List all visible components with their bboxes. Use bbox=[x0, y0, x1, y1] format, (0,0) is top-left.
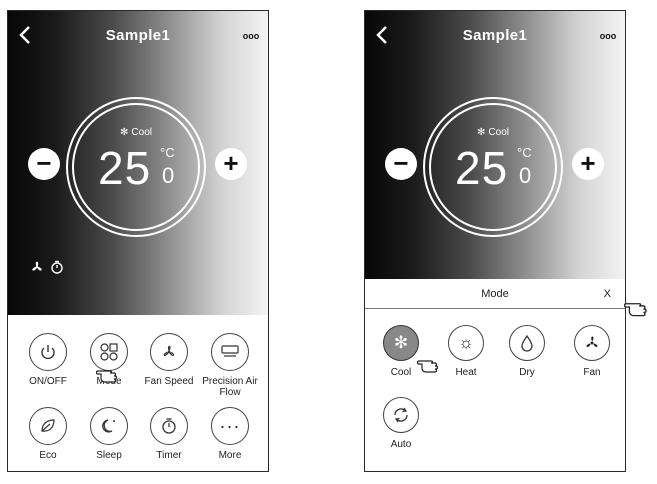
timer-status-icon bbox=[50, 260, 64, 277]
temperature-dial: ✻ Cool 25 °C 0 bbox=[423, 97, 563, 237]
snowflake-icon: ✻ bbox=[477, 127, 486, 138]
temperature-unit: °C bbox=[160, 145, 175, 160]
decrease-temp-button[interactable]: − bbox=[385, 148, 417, 180]
temperature-decimal: 0 bbox=[519, 163, 532, 188]
fan-icon bbox=[574, 325, 610, 361]
chevron-left-icon bbox=[376, 26, 387, 44]
fan-speed-button[interactable]: Fan Speed bbox=[137, 333, 201, 387]
mode-option-auto[interactable]: Auto bbox=[373, 397, 429, 450]
more-options-icon[interactable]: ooo bbox=[597, 29, 619, 43]
snowflake-icon: ✻ bbox=[383, 325, 419, 361]
mode-selection-panel: Mode X ✻ Cool ☼ Heat Dry Fan Auto bbox=[365, 279, 625, 471]
current-mode: ✻ Cool bbox=[120, 127, 152, 138]
timer-button[interactable]: Timer bbox=[137, 407, 201, 461]
increase-temp-button[interactable]: + bbox=[215, 148, 247, 180]
eco-button[interactable]: Eco bbox=[16, 407, 80, 461]
more-options-icon[interactable]: ooo bbox=[240, 29, 262, 43]
onoff-button[interactable]: ON/OFF bbox=[16, 333, 80, 387]
sun-icon: ☼ bbox=[448, 325, 484, 361]
temperature-value: 25 bbox=[98, 142, 152, 194]
close-button[interactable]: X bbox=[604, 288, 611, 300]
temperature-decimal: 0 bbox=[162, 163, 175, 188]
mode-option-heat[interactable]: ☼ Heat bbox=[438, 325, 494, 378]
thermostat-panel: Sample1 ooo ✻ Cool 25 °C 0 − + bbox=[365, 11, 625, 279]
temperature-dial: ✻ Cool 25 °C 0 bbox=[66, 97, 206, 237]
droplet-icon bbox=[509, 325, 545, 361]
mode-option-dry[interactable]: Dry bbox=[499, 325, 555, 378]
status-icons bbox=[30, 260, 64, 277]
pointing-hand-icon bbox=[96, 370, 118, 383]
more-icon: ··· bbox=[211, 407, 249, 445]
airflow-icon bbox=[211, 333, 249, 371]
thermostat-panel: Sample1 ooo ✻ Cool 25 °C 0 − + bbox=[8, 11, 268, 315]
current-mode: ✻ Cool bbox=[477, 127, 509, 138]
leaf-icon bbox=[29, 407, 67, 445]
mode-panel-title: Mode bbox=[481, 288, 509, 300]
decrease-temp-button[interactable]: − bbox=[28, 148, 60, 180]
sleep-button[interactable]: Sleep bbox=[77, 407, 141, 461]
pointing-hand-icon bbox=[417, 360, 439, 373]
power-icon bbox=[29, 333, 67, 371]
back-button[interactable] bbox=[15, 24, 35, 52]
mode-option-fan[interactable]: Fan bbox=[564, 325, 620, 378]
chevron-left-icon bbox=[19, 26, 30, 44]
temperature-value: 25 bbox=[455, 142, 509, 194]
temperature-unit: °C bbox=[517, 145, 532, 160]
pointing-hand-close-icon bbox=[624, 303, 647, 317]
more-button[interactable]: ··· More bbox=[198, 407, 262, 461]
page-title: Sample1 bbox=[105, 27, 171, 44]
mode-panel-header: Mode X bbox=[365, 279, 625, 309]
increase-temp-button[interactable]: + bbox=[572, 148, 604, 180]
phone-screen-main: Sample1 ooo ✻ Cool 25 °C 0 − + ON/OFF Fa… bbox=[7, 10, 269, 472]
precision-airflow-button[interactable]: Precision Air Flow bbox=[198, 333, 262, 398]
snowflake-icon: ✻ bbox=[120, 127, 129, 138]
back-button[interactable] bbox=[372, 24, 392, 52]
page-title: Sample1 bbox=[462, 27, 528, 44]
timer-icon bbox=[150, 407, 188, 445]
fan-icon bbox=[150, 333, 188, 371]
fan-status-icon bbox=[30, 260, 44, 277]
moon-icon bbox=[90, 407, 128, 445]
auto-icon bbox=[383, 397, 419, 433]
phone-screen-mode-select: Sample1 ooo ✻ Cool 25 °C 0 − + Mode X ✻ C… bbox=[364, 10, 626, 472]
